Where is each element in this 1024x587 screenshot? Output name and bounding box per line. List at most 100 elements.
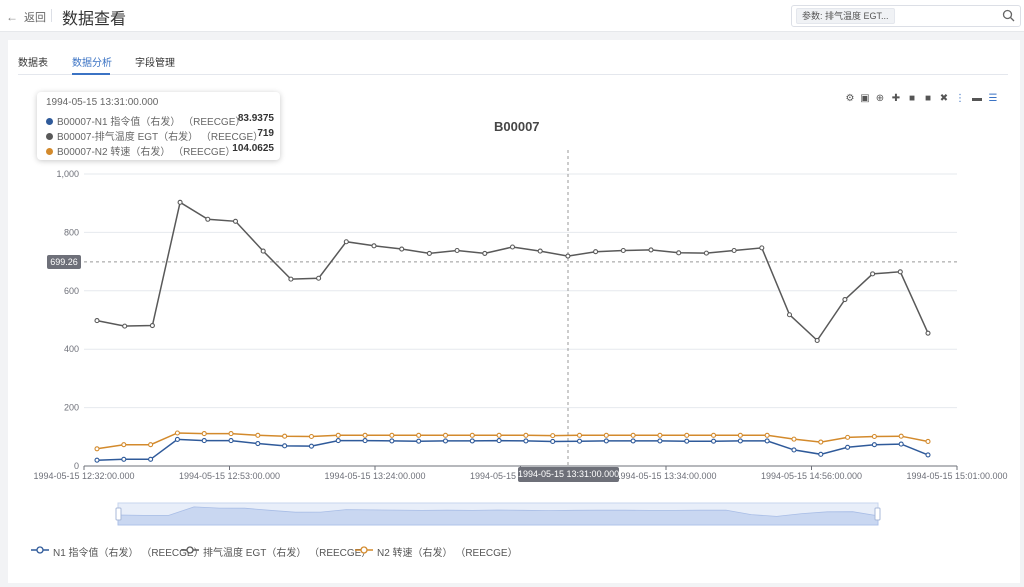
data-point <box>550 438 556 445</box>
data-point <box>308 433 315 440</box>
tooltip-row: B00007-N1 指令值（右发） （REECGE） 83.9375 <box>46 113 274 128</box>
series-dot-icon <box>46 133 53 140</box>
data-point <box>282 433 288 439</box>
x-tick-label: 1994-05-15 14:56:00.000 <box>761 471 862 481</box>
data-point <box>845 434 851 440</box>
data-point <box>842 297 848 303</box>
tooltip-label: B00007-N1 指令值（右发） （REECGE） <box>57 117 246 128</box>
data-point <box>442 438 449 444</box>
tooltip-value: 83.9375 <box>237 113 274 124</box>
series-line <box>96 201 929 342</box>
x-tick-label: 1994-05-15 13:24:00.000 <box>324 471 425 481</box>
data-point <box>426 250 432 256</box>
data-point <box>786 312 793 318</box>
data-point <box>362 432 368 438</box>
list-icon[interactable]: ☰ <box>988 94 998 104</box>
data-point <box>228 431 234 437</box>
data-point <box>710 438 717 444</box>
data-point <box>343 239 349 245</box>
data-point <box>205 216 211 222</box>
minus-box-icon[interactable]: ■ <box>923 94 933 104</box>
tooltip-label: B00007-排气温度 EGT（右发） （REECGE） <box>57 132 264 143</box>
data-point <box>389 432 395 438</box>
x-tick-label: 1994-05-15 13:34:00.000 <box>615 471 716 481</box>
data-point <box>335 438 341 444</box>
data-point <box>845 444 851 450</box>
data-point <box>925 330 931 336</box>
select-icon[interactable]: ⋮ <box>955 94 965 104</box>
data-point <box>630 432 636 438</box>
line-chart[interactable]: 0 200 400 600 800 1,000 1994-05-15 12:32:00.00… <box>0 0 1024 587</box>
data-point <box>925 452 931 458</box>
data-point <box>759 245 765 251</box>
data-point <box>576 432 583 438</box>
tooltip-time: 1994-05-15 13:31:00.000 <box>46 97 159 108</box>
plus-box-icon[interactable]: ■ <box>907 94 917 104</box>
tooltip-row: B00007-N2 转速（右发） （REECGE） 104.0625 <box>46 143 274 158</box>
data-point <box>308 443 315 449</box>
data-point <box>523 432 529 438</box>
back-icon[interactable]: ▬ <box>972 94 982 104</box>
x-tick-label: 1994-05-15 12:53:00.000 <box>179 471 280 481</box>
data-point <box>469 432 475 438</box>
series-dot-icon <box>46 148 53 155</box>
data-point <box>764 432 770 438</box>
data-point <box>94 318 100 324</box>
data-point <box>174 430 180 436</box>
gear-icon[interactable]: ⚙ <box>845 94 855 104</box>
tooltip-value: 104.0625 <box>232 143 274 154</box>
data-point <box>496 432 502 438</box>
data-point <box>814 337 820 343</box>
data-point <box>630 438 636 444</box>
data-point <box>537 248 543 254</box>
move-icon[interactable]: ✚ <box>891 94 901 104</box>
tooltip-value: 719 <box>257 128 274 139</box>
y-tick-label: 400 <box>64 344 79 354</box>
data-point <box>177 199 183 205</box>
data-point <box>288 276 294 282</box>
legend-label: N2 转速（右发） （REECGE） <box>377 548 518 559</box>
data-point <box>482 250 488 256</box>
data-point <box>731 247 737 254</box>
data-point <box>362 438 368 444</box>
legend-line-icon <box>31 546 49 554</box>
x-tick-label: 1994-05-15 12:32:00.000 <box>33 471 134 481</box>
data-point <box>316 275 322 281</box>
data-point <box>416 432 422 438</box>
data-point <box>791 447 797 453</box>
data-point <box>469 438 475 444</box>
data-point <box>454 247 460 254</box>
data-point <box>871 442 877 448</box>
data-point <box>620 247 626 254</box>
camera-icon[interactable]: ▣ <box>860 94 870 104</box>
data-point <box>149 322 155 329</box>
y-tick-label: 200 <box>64 403 79 413</box>
data-point <box>148 456 154 462</box>
y-tick-label: 800 <box>64 227 79 237</box>
data-point <box>818 451 824 457</box>
legend-line-icon <box>355 546 373 554</box>
data-point <box>603 438 609 444</box>
legend-label: 排气温度 EGT（右发） （REECGE） <box>203 548 372 559</box>
y-tick-label: 0 <box>74 461 79 471</box>
data-point <box>684 432 690 438</box>
data-point <box>509 244 516 250</box>
data-point <box>94 446 100 452</box>
data-point <box>442 432 449 438</box>
fit-icon[interactable]: ✖ <box>939 94 949 104</box>
data-point <box>255 440 261 447</box>
zoom-icon[interactable]: ⊕ <box>875 94 885 104</box>
data-point <box>764 438 770 444</box>
data-point <box>897 269 903 275</box>
data-point <box>703 250 709 256</box>
data-point <box>710 432 717 438</box>
data-point <box>870 271 876 277</box>
legend-line-icon <box>181 546 199 554</box>
y-axis-pointer-label: 699.26 <box>47 255 81 269</box>
data-point <box>121 456 127 462</box>
data-point <box>201 438 207 444</box>
data-point <box>523 438 529 444</box>
data-point <box>676 250 682 256</box>
chart-tooltip: 1994-05-15 13:31:00.000 B00007-N1 指令值（右发… <box>37 92 280 160</box>
data-point <box>871 433 877 440</box>
